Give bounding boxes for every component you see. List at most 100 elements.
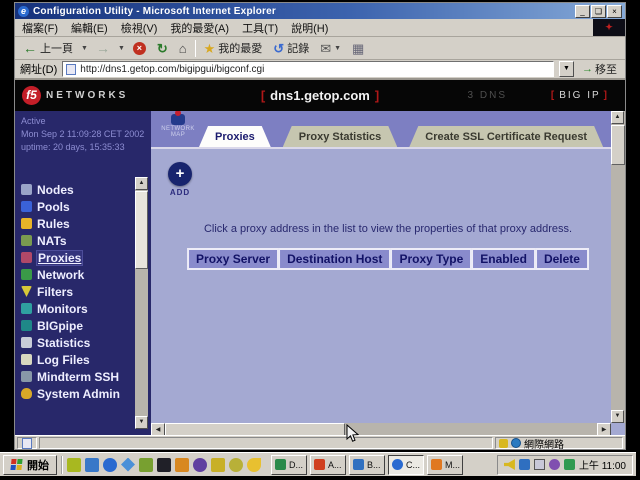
forward-dropdown-icon[interactable]: ▼ bbox=[118, 45, 125, 52]
menu-item-favorites[interactable]: 我的最愛(A) bbox=[170, 20, 229, 36]
go-arrow-icon: → bbox=[582, 63, 593, 75]
scroll-down-icon[interactable]: ▼ bbox=[135, 416, 148, 429]
quick-launch-icon-5[interactable] bbox=[139, 458, 153, 472]
sidebar-item-statistics[interactable]: Statistics bbox=[21, 334, 120, 351]
bracket-left: [ bbox=[261, 88, 265, 103]
address-dropdown-icon[interactable]: ▼ bbox=[559, 61, 574, 77]
content-vertical-scrollbar[interactable]: ▲ ▼ bbox=[611, 111, 625, 423]
sidebar-item-label: Statistics bbox=[37, 336, 90, 350]
task-button-3[interactable]: B... bbox=[349, 455, 385, 475]
quick-launch-icon-10[interactable] bbox=[229, 458, 243, 472]
brand-name: NETWORKS bbox=[46, 90, 128, 101]
sidebar-item-rules[interactable]: Rules bbox=[21, 215, 120, 232]
sidebar-item-pools[interactable]: Pools bbox=[21, 198, 120, 215]
quick-launch-icon-1[interactable] bbox=[67, 458, 81, 472]
mail-button[interactable]: ✉ ▼ bbox=[317, 41, 344, 56]
taskbar: 開始 D... A... bbox=[0, 452, 636, 476]
sidebar-item-system-admin[interactable]: System Admin bbox=[21, 385, 120, 402]
sidebar-item-label: Nodes bbox=[37, 183, 74, 197]
task-label: M... bbox=[445, 460, 460, 470]
sidebar-item-proxies[interactable]: Proxies bbox=[21, 249, 120, 266]
bracket-right: ] bbox=[375, 88, 379, 103]
menu-item-view[interactable]: 檢視(V) bbox=[121, 20, 158, 36]
maximize-button[interactable]: ❏ bbox=[591, 5, 606, 18]
pools-icon bbox=[21, 201, 32, 212]
task-button-1[interactable]: D... bbox=[271, 455, 307, 475]
quick-launch-icon-4[interactable] bbox=[121, 458, 135, 472]
menu-item-help[interactable]: 說明(H) bbox=[291, 20, 328, 36]
minimize-button[interactable]: _ bbox=[575, 5, 590, 18]
tray-app-icon-1[interactable] bbox=[549, 459, 560, 470]
sidebar-item-monitors[interactable]: Monitors bbox=[21, 300, 120, 317]
refresh-icon: ↻ bbox=[157, 42, 168, 55]
system-admin-icon bbox=[21, 388, 32, 399]
start-button[interactable]: 開始 bbox=[3, 455, 57, 475]
menu-item-edit[interactable]: 編輯(E) bbox=[71, 20, 108, 36]
task-button-2[interactable]: A... bbox=[310, 455, 346, 475]
tab-proxy-statistics[interactable]: Proxy Statistics bbox=[283, 126, 398, 147]
history-button[interactable]: ↺ 記錄 bbox=[270, 39, 312, 57]
task-button-4-active[interactable]: C... bbox=[388, 455, 424, 475]
sidebar-item-mindterm-ssh[interactable]: Mindterm SSH bbox=[21, 368, 120, 385]
mail-icon: ✉ bbox=[320, 42, 331, 55]
tab-create-ssl-certificate-request[interactable]: Create SSL Certificate Request bbox=[409, 126, 603, 147]
favorites-button[interactable]: ★ 我的最愛 bbox=[201, 39, 266, 57]
history-label: 記錄 bbox=[287, 40, 309, 56]
quick-launch-icon-11[interactable] bbox=[247, 458, 261, 472]
back-button[interactable]: ← 上一頁 bbox=[20, 39, 76, 57]
close-button[interactable]: × bbox=[607, 5, 622, 18]
sidebar-item-bigpipe[interactable]: BIGpipe bbox=[21, 317, 120, 334]
sidebar-item-label: Pools bbox=[37, 200, 70, 214]
quick-launch-icon-7[interactable] bbox=[175, 458, 189, 472]
forward-button[interactable]: → bbox=[93, 39, 113, 57]
brand-3dns-label: 3 DNS bbox=[468, 90, 507, 101]
tab-proxies[interactable]: Proxies bbox=[199, 126, 271, 147]
scroll-up-icon[interactable]: ▲ bbox=[611, 111, 624, 124]
quick-launch-icon-2[interactable] bbox=[85, 458, 99, 472]
scrollbar-thumb[interactable] bbox=[135, 191, 148, 269]
task-icon bbox=[314, 459, 325, 470]
scroll-down-icon[interactable]: ▼ bbox=[611, 410, 624, 423]
quick-launch-icon-3[interactable] bbox=[103, 458, 117, 472]
menu-item-tools[interactable]: 工具(T) bbox=[242, 20, 278, 36]
zone-label: 網際網路 bbox=[524, 436, 564, 451]
task-buttons: D... A... B... C... M... bbox=[271, 455, 463, 475]
sidebar-item-label: NATs bbox=[37, 234, 67, 248]
sidebar-item-network[interactable]: Network bbox=[21, 266, 120, 283]
go-button[interactable]: → 移至 bbox=[579, 61, 620, 77]
brand-bigip-label: [ BIG IP ] bbox=[551, 90, 609, 101]
sidebar-item-filters[interactable]: Filters bbox=[21, 283, 120, 300]
task-button-5[interactable]: M... bbox=[427, 455, 463, 475]
add-button[interactable]: + ADD bbox=[168, 162, 192, 197]
title-bar[interactable]: e Configuration Utility - Microsoft Inte… bbox=[15, 3, 625, 19]
history-icon: ↺ bbox=[273, 42, 284, 55]
sidebar-nav: Nodes Pools Rules NATs bbox=[21, 181, 120, 402]
sidebar-scrollbar[interactable]: ▲ ▼ bbox=[135, 177, 148, 429]
home-button[interactable]: ⌂ bbox=[176, 41, 190, 56]
quick-launch-icon-9[interactable] bbox=[211, 458, 225, 472]
mouse-cursor bbox=[346, 424, 359, 443]
sidebar-item-nats[interactable]: NATs bbox=[21, 232, 120, 249]
quick-launch-icon-6[interactable] bbox=[157, 458, 171, 472]
status-uptime: uptime: 20 days, 15:35:33 bbox=[21, 141, 151, 154]
back-label: 上一頁 bbox=[40, 40, 73, 56]
quick-launch-icon-8[interactable] bbox=[193, 458, 207, 472]
status-document-icon bbox=[17, 437, 37, 449]
refresh-button[interactable]: ↻ bbox=[154, 41, 171, 56]
network-map-button[interactable]: NETWORK MAP bbox=[158, 114, 198, 138]
stop-button[interactable]: × bbox=[130, 41, 149, 56]
address-input[interactable]: http://dns1.getop.com/bigipgui/bigconf.c… bbox=[62, 61, 554, 77]
sidebar-item-nodes[interactable]: Nodes bbox=[21, 181, 120, 198]
sidebar-item-log-files[interactable]: Log Files bbox=[21, 351, 120, 368]
scroll-up-icon[interactable]: ▲ bbox=[135, 177, 148, 190]
network-tray-icon[interactable] bbox=[519, 459, 530, 470]
display-icon[interactable] bbox=[534, 459, 545, 470]
print-button[interactable]: ▦ bbox=[349, 41, 367, 56]
content-body: + ADD Click a proxy address in the list … bbox=[151, 149, 625, 437]
scrollbar-thumb[interactable] bbox=[611, 125, 625, 165]
tray-app-icon-2[interactable] bbox=[564, 459, 575, 470]
sidebar-item-label: BIGpipe bbox=[37, 319, 83, 333]
back-dropdown-icon[interactable]: ▼ bbox=[81, 45, 88, 52]
menu-item-file[interactable]: 檔案(F) bbox=[22, 20, 58, 36]
volume-icon[interactable] bbox=[504, 459, 515, 470]
